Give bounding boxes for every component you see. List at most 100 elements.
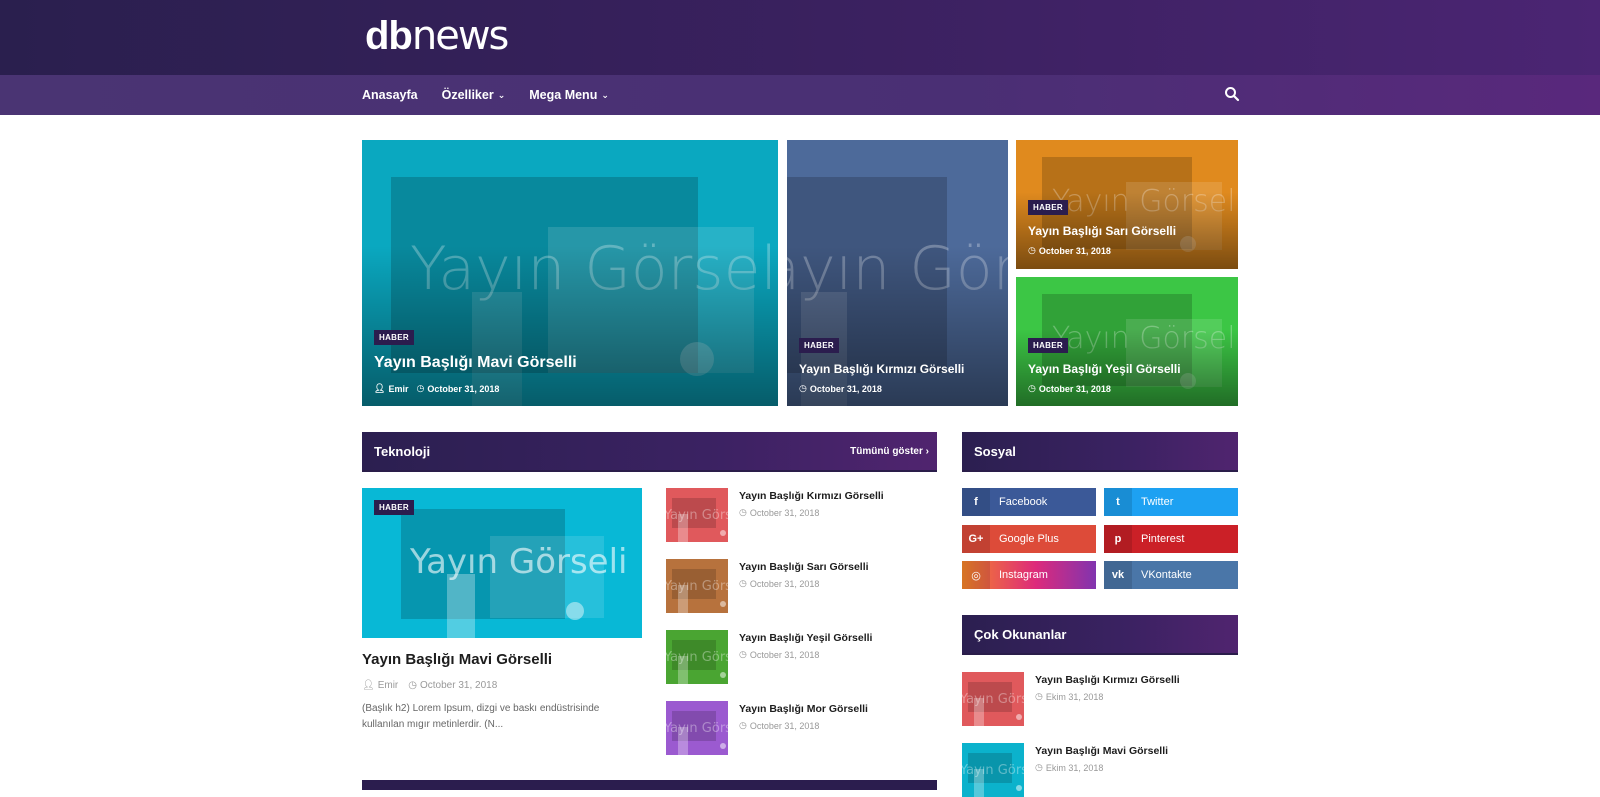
placeholder-text: Yayın Görseli — [410, 542, 628, 582]
google-plus-icon: G+ — [962, 525, 990, 553]
section-title: Çok Okunanlar — [974, 627, 1067, 642]
nav-item-mega-menu[interactable]: Mega Menu ⌄ — [529, 88, 609, 102]
section-title: Teknoloji — [374, 444, 431, 459]
hero-meta: ◷ October 31, 2018 — [1028, 245, 1111, 256]
post-meta: ◷ October 31, 2018 — [739, 578, 819, 589]
post-date: Ekim 31, 2018 — [1045, 762, 1104, 773]
category-badge[interactable]: HABER — [799, 338, 839, 353]
post-date: October 31, 2018 — [809, 383, 882, 394]
pinterest-icon: p — [1104, 525, 1132, 553]
clock-icon: ◷ — [416, 383, 425, 393]
post-title[interactable]: Yayın Başlığı Mavi Görselli — [1035, 745, 1168, 757]
post-thumbnail[interactable]: Yayın Görseli — [962, 743, 1024, 797]
post-thumbnail[interactable]: Yayın Görseli — [962, 672, 1024, 726]
nav-label: Anasayfa — [362, 88, 418, 102]
post-thumbnail[interactable]: Yayın Görseli — [666, 488, 728, 542]
list-item: Yayın Görseli Yayın Başlığı Mavi Görsell… — [962, 743, 1238, 797]
clock-icon: ◷ — [739, 720, 747, 730]
social-button-instagram[interactable]: ◎ Instagram — [962, 561, 1096, 589]
section-header-next — [362, 780, 937, 790]
nav-item-anasayfa[interactable]: Anasayfa — [362, 88, 418, 102]
hero-tile-fourth[interactable]: Yayın Görseli HABER Yayın Başlığı Yeşil … — [1016, 277, 1238, 406]
search-icon[interactable] — [1224, 86, 1240, 102]
chevron-down-icon: ⌄ — [601, 89, 609, 100]
list-item: Yayın Görseli Yayın Başlığı Sarı Görsell… — [666, 559, 936, 613]
list-item: Yayın Görseli Yayın Başlığı Mor Görselli… — [666, 701, 936, 755]
clock-icon: ◷ — [1035, 762, 1043, 772]
social-button-google-plus[interactable]: G+ Google Plus — [962, 525, 1096, 553]
facebook-icon: f — [962, 488, 990, 516]
post-meta: ◷ October 31, 2018 — [739, 720, 819, 731]
hero-tile-second[interactable]: Yayın Görseli HABER Yayın Başlığı Kırmız… — [787, 140, 1008, 406]
section-title: Sosyal — [974, 444, 1016, 459]
instagram-icon: ◎ — [962, 561, 990, 589]
clock-icon: ◷ — [739, 578, 747, 588]
post-date: October 31, 2018 — [749, 720, 820, 731]
featured-title[interactable]: Yayın Başlığı Mavi Görselli — [362, 651, 552, 668]
section-header-sosyal: Sosyal — [962, 432, 1238, 472]
category-badge[interactable]: HABER — [374, 500, 414, 515]
author-name[interactable]: Emir — [388, 384, 408, 394]
social-label: Twitter — [1141, 496, 1174, 508]
post-meta: ◷ Ekim 31, 2018 — [1035, 691, 1103, 702]
post-thumbnail[interactable]: Yayın Görseli — [666, 559, 728, 613]
hero-meta: ◷ October 31, 2018 — [799, 383, 882, 394]
hero-title[interactable]: Yayın Başlığı Kırmızı Görselli — [799, 362, 964, 376]
user-icon: 👤︎ — [362, 680, 375, 691]
clock-icon: ◷ — [799, 383, 807, 393]
author-name[interactable]: Emir — [378, 680, 399, 691]
nav-label: Mega Menu — [529, 88, 598, 102]
clock-icon: ◷ — [739, 507, 747, 517]
social-label: Pinterest — [1141, 533, 1185, 545]
post-title[interactable]: Yayın Başlığı Kırmızı Görselli — [739, 490, 884, 502]
post-title[interactable]: Yayın Başlığı Mor Görselli — [739, 703, 868, 715]
show-all-link[interactable]: Tümünü göster › — [850, 446, 929, 457]
twitter-icon: t — [1104, 488, 1132, 516]
category-badge[interactable]: HABER — [1028, 200, 1068, 215]
clock-icon: ◷ — [1028, 383, 1036, 393]
featured-excerpt: (Başlık h2) Lorem Ipsum, dizgi ve baskı … — [362, 703, 600, 730]
clock-icon: ◷ — [1028, 245, 1036, 255]
post-date: October 31, 2018 — [427, 383, 500, 394]
social-button-pinterest[interactable]: p Pinterest — [1104, 525, 1238, 553]
user-icon: 👤︎ — [374, 383, 386, 393]
hero-title[interactable]: Yayın Başlığı Yeşil Görselli — [1028, 362, 1181, 376]
post-meta: ◷ October 31, 2018 — [739, 507, 819, 518]
social-label: VKontakte — [1141, 569, 1192, 581]
hero-tile-third[interactable]: Yayın Görseli HABER Yayın Başlığı Sarı G… — [1016, 140, 1238, 269]
post-date: October 31, 2018 — [1038, 245, 1111, 256]
hero-tile-main[interactable]: Yayın Görseli HABER Yayın Başlığı Mavi G… — [362, 140, 778, 406]
post-date: October 31, 2018 — [749, 578, 820, 589]
post-date: Ekim 31, 2018 — [1045, 691, 1104, 702]
post-title[interactable]: Yayın Başlığı Yeşil Görselli — [739, 632, 872, 644]
category-badge[interactable]: HABER — [374, 330, 414, 345]
post-meta: ◷ October 31, 2018 — [739, 649, 819, 660]
post-thumbnail[interactable]: Yayın Görseli — [666, 701, 728, 755]
social-label: Facebook — [999, 496, 1048, 508]
category-badge[interactable]: HABER — [1028, 338, 1068, 353]
section-header-cok-okunanlar: Çok Okunanlar — [962, 615, 1238, 655]
social-button-twitter[interactable]: t Twitter — [1104, 488, 1238, 516]
hero-title[interactable]: Yayın Başlığı Mavi Görselli — [374, 354, 577, 372]
chevron-down-icon: ⌄ — [497, 89, 506, 100]
logo-bold: db — [365, 14, 413, 58]
logo-light: news — [411, 13, 510, 59]
hero-title[interactable]: Yayın Başlığı Sarı Görselli — [1028, 224, 1176, 238]
nav-item-ozelliker[interactable]: Özelliker ⌄ — [442, 88, 506, 102]
hero-meta: 👤︎ Emir ◷ October 31, 2018 — [374, 383, 499, 394]
post-thumbnail[interactable]: Yayın Görseli — [666, 630, 728, 684]
list-item: Yayın Görseli Yayın Başlığı Yeşil Görsel… — [666, 630, 936, 684]
post-title[interactable]: Yayın Başlığı Kırmızı Görselli — [1035, 674, 1180, 686]
post-title[interactable]: Yayın Başlığı Sarı Görselli — [739, 561, 869, 573]
vkontakte-icon: vk — [1104, 561, 1132, 589]
featured-image[interactable]: Yayın Görseli HABER — [362, 488, 642, 638]
social-label: Google Plus — [999, 533, 1059, 545]
post-date: October 31, 2018 — [749, 649, 820, 660]
list-item: Yayın Görseli Yayın Başlığı Kırmızı Görs… — [962, 672, 1238, 726]
hero-meta: ◷ October 31, 2018 — [1028, 383, 1111, 394]
social-button-facebook[interactable]: f Facebook — [962, 488, 1096, 516]
site-logo[interactable]: dbnews — [365, 13, 510, 59]
featured-meta: 👤︎ Emir ◷ October 31, 2018 — [362, 680, 497, 691]
social-button-vkontakte[interactable]: vk VKontakte — [1104, 561, 1238, 589]
nav-label: Özelliker — [441, 88, 494, 102]
